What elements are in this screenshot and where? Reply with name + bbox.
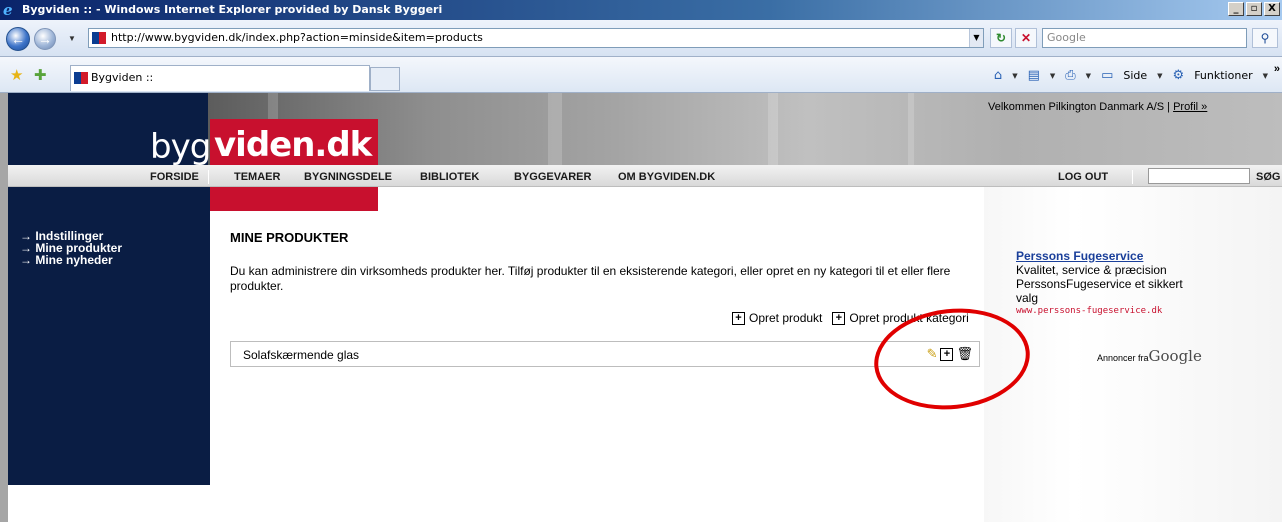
active-tab-indicator	[210, 187, 378, 211]
site-search-button[interactable]: SØG	[1256, 171, 1280, 183]
tab-title: Bygviden ::	[91, 71, 154, 84]
ads-by-google[interactable]: Annoncer fraGoogle	[1097, 347, 1202, 365]
nav-om-bygviden[interactable]: OM BYGVIDEN.DK	[618, 171, 715, 183]
tab-toolbar: ★ ✚ Bygviden :: ⌂ ▼ ▤ ▼ ⎙ ▼ ▭ Side ▼ ⚙ Funkt…	[0, 57, 1282, 93]
print-dropdown-icon[interactable]: ▼	[1086, 72, 1091, 80]
nav-separator	[1132, 170, 1133, 184]
ads-by-label: Annoncer fra	[1097, 353, 1149, 363]
search-icon[interactable]: ⚲	[1252, 28, 1278, 48]
feeds-icon[interactable]: ▤	[1028, 68, 1040, 83]
site-logo-right[interactable]: viden.dk	[214, 125, 372, 165]
banner-decoration	[768, 93, 778, 165]
url-dropdown-icon[interactable]: ▼	[969, 29, 983, 47]
gear-icon: ⚙	[1172, 68, 1185, 83]
history-dropdown-icon[interactable]: ▼	[68, 34, 76, 43]
minimize-button[interactable]: _	[1228, 2, 1244, 16]
web-page: byg viden.dk Velkommen Pilkington Danmar…	[0, 93, 1282, 522]
stop-button[interactable]: ✕	[1015, 28, 1037, 48]
favorites-star-icon[interactable]: ★	[10, 66, 23, 84]
main-navigation: FORSIDE TEMAER BYGNINGSDELE BIBLIOTEK BY…	[8, 165, 1282, 187]
sidebar: → Indstillinger → Mine produkter → Mine …	[8, 187, 210, 485]
window-title-bar: e Bygviden :: - Windows Internet Explore…	[0, 0, 1282, 20]
home-icon[interactable]: ⌂	[994, 68, 1002, 83]
nav-bibliotek[interactable]: BIBLIOTEK	[420, 171, 479, 183]
toolbar-overflow-icon[interactable]: »	[1274, 63, 1280, 75]
site-search-input[interactable]	[1148, 168, 1250, 184]
tab-bygviden[interactable]: Bygviden ::	[70, 65, 370, 91]
home-dropdown-icon[interactable]: ▼	[1012, 72, 1017, 80]
tools-dropdown-icon[interactable]: ▼	[1263, 72, 1268, 80]
refresh-button[interactable]: ↻	[990, 28, 1012, 48]
address-toolbar: ← → ▼ http://www.bygviden.dk/index.php?a…	[0, 20, 1282, 57]
page-menu-button[interactable]: Side	[1123, 69, 1147, 82]
site-logo-left[interactable]: byg	[150, 127, 211, 167]
nav-forside[interactable]: FORSIDE	[150, 171, 199, 183]
category-name[interactable]: Solafskærmende glas	[243, 348, 359, 362]
nav-temaer[interactable]: TEMAER	[234, 171, 280, 183]
add-favorites-icon[interactable]: ✚	[34, 66, 47, 84]
plus-icon[interactable]: +	[732, 311, 745, 325]
page-description: Du kan administrere din virksomheds prod…	[230, 264, 951, 293]
google-logo: Google	[1148, 347, 1202, 365]
welcome-text: Velkommen Pilkington Danmark A/S |	[988, 101, 1170, 113]
create-product-link[interactable]: Opret produkt	[749, 311, 822, 325]
print-icon[interactable]: ⎙	[1065, 68, 1075, 83]
tab-favicon-icon	[74, 72, 88, 84]
ad-text: Kvalitet, service & præcision PerssonsFu…	[1016, 263, 1183, 305]
url-text: http://www.bygviden.dk/index.php?action=…	[111, 31, 483, 44]
nav-bygningsdele[interactable]: BYGNINGSDELE	[304, 171, 392, 183]
forward-button[interactable]: →	[34, 28, 56, 50]
page-icon: ▭	[1101, 68, 1114, 83]
url-input[interactable]: http://www.bygviden.dk/index.php?action=…	[88, 28, 984, 48]
sidebar-item-mine-nyheder[interactable]: → Mine nyheder	[20, 253, 113, 267]
site-favicon-icon	[92, 32, 106, 44]
logout-link[interactable]: LOG OUT	[1058, 171, 1108, 183]
profile-link[interactable]: Profil »	[1173, 101, 1207, 113]
page-dropdown-icon[interactable]: ▼	[1157, 72, 1162, 80]
page-title: MINE PRODUKTER	[230, 230, 349, 245]
ad-url-link[interactable]: www.perssons-fugeservice.dk	[1016, 306, 1162, 316]
nav-separator	[208, 170, 209, 184]
window-title: Bygviden :: - Windows Internet Explorer …	[22, 3, 443, 16]
welcome-message: Velkommen Pilkington Danmark A/S | Profi…	[988, 101, 1207, 113]
back-button[interactable]: ←	[6, 27, 30, 51]
window-controls: _ ▫ X	[1228, 2, 1280, 16]
ie-logo-icon: e	[3, 1, 13, 19]
banner-decoration	[908, 93, 914, 165]
command-bar: ⌂ ▼ ▤ ▼ ⎙ ▼ ▭ Side ▼ ⚙ Funktioner ▼	[994, 68, 1268, 83]
nav-byggevarer[interactable]: BYGGEVARER	[514, 171, 591, 183]
ad-title-link[interactable]: Perssons Fugeservice	[1016, 249, 1143, 263]
banner-decoration	[548, 93, 562, 165]
feeds-dropdown-icon[interactable]: ▼	[1050, 72, 1055, 80]
new-tab-button[interactable]	[370, 67, 400, 91]
search-input[interactable]: Google	[1042, 28, 1247, 48]
tools-menu-button[interactable]: Funktioner	[1194, 69, 1252, 82]
category-row[interactable]: Solafskærmende glas ✎ + 🗑	[230, 341, 980, 367]
maximize-button[interactable]: ▫	[1246, 2, 1262, 16]
plus-icon[interactable]: +	[832, 311, 846, 325]
close-button[interactable]: X	[1264, 2, 1280, 16]
